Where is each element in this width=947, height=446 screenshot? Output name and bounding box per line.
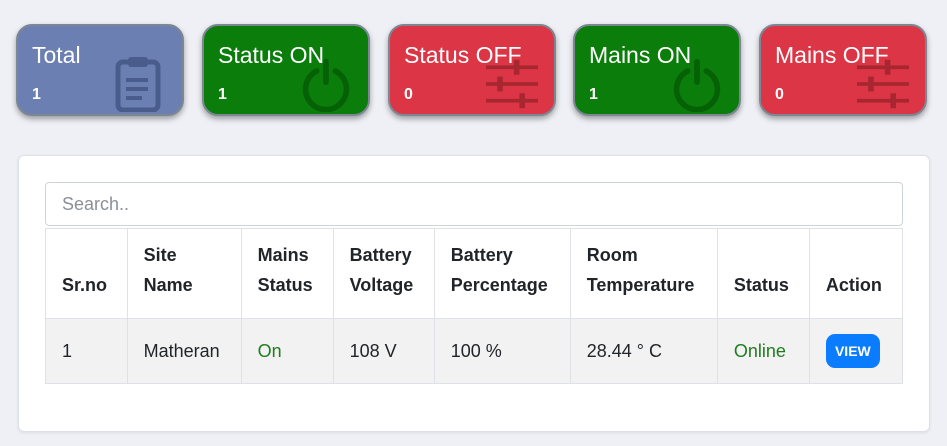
card-count: 0 bbox=[775, 86, 784, 103]
sliders-icon bbox=[857, 59, 909, 109]
cell-status: Online bbox=[716, 318, 810, 384]
card-count: 1 bbox=[589, 86, 598, 103]
sliders-icon bbox=[486, 59, 538, 109]
header-status: Status bbox=[716, 228, 810, 319]
cell-battery-percentage: 100 % bbox=[433, 318, 571, 384]
card-count: 1 bbox=[32, 86, 41, 103]
power-icon bbox=[302, 58, 350, 112]
sites-panel: Sr.no Site Name Mains Status Battery Vol… bbox=[18, 155, 930, 432]
header-site-name: Site Name bbox=[126, 228, 242, 319]
header-battery-percentage: Battery Percentage bbox=[433, 228, 571, 319]
header-mains-status: Mains Status bbox=[240, 228, 334, 319]
mains-off-card[interactable]: Mains OFF 0 bbox=[759, 24, 927, 116]
header-action: Action bbox=[808, 228, 904, 319]
cell-site-name: Matheran bbox=[126, 318, 242, 384]
header-battery-voltage: Battery Voltage bbox=[332, 228, 435, 319]
cell-action: VIEW bbox=[808, 318, 904, 384]
total-card[interactable]: Total 1 bbox=[16, 24, 184, 116]
status-on-card[interactable]: Status ON 1 bbox=[202, 24, 370, 116]
search-input[interactable] bbox=[45, 182, 903, 226]
card-title: Total bbox=[32, 42, 81, 68]
cell-sr-no: 1 bbox=[45, 318, 128, 384]
summary-cards: Total 1 Status ON 1 Status OFF 0 Mains O… bbox=[0, 0, 947, 130]
card-count: 1 bbox=[218, 86, 227, 103]
header-room-temperature: Room Temperature bbox=[569, 228, 718, 319]
cell-mains-status: On bbox=[240, 318, 334, 384]
table-row: 1 Matheran On 108 V 100 % 28.44 ° C Onli… bbox=[45, 318, 904, 384]
status-off-card[interactable]: Status OFF 0 bbox=[388, 24, 556, 116]
clipboard-icon bbox=[115, 57, 161, 112]
power-icon bbox=[673, 58, 721, 112]
mains-on-card[interactable]: Mains ON 1 bbox=[573, 24, 741, 116]
sites-table: Sr.no Site Name Mains Status Battery Vol… bbox=[45, 228, 904, 384]
view-button[interactable]: VIEW bbox=[825, 334, 880, 368]
cell-room-temperature: 28.44 ° C bbox=[569, 318, 718, 384]
cell-battery-voltage: 108 V bbox=[332, 318, 435, 384]
table-header-row: Sr.no Site Name Mains Status Battery Vol… bbox=[45, 228, 904, 319]
header-sr-no: Sr.no bbox=[45, 228, 128, 319]
card-count: 0 bbox=[404, 86, 413, 103]
